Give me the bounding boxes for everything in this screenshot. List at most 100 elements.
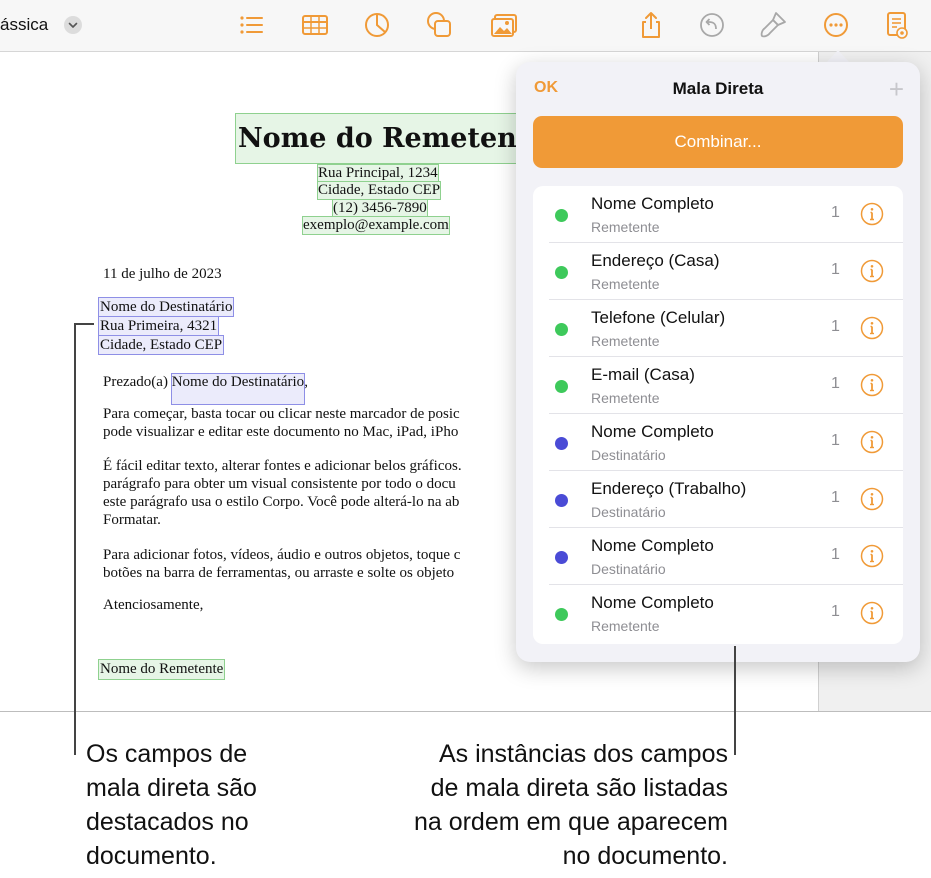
field-count: 1: [831, 546, 840, 563]
field-color-dot: [555, 380, 568, 393]
field-color-dot: [555, 323, 568, 336]
caption-line: mala direta são: [86, 774, 257, 802]
caption-right: As instâncias dos campos de mala direta …: [300, 737, 728, 873]
field-source: Remetente: [591, 333, 660, 349]
merge-field-row[interactable]: Endereço (Casa) Remetente 1: [533, 243, 903, 300]
merge-field-row[interactable]: Nome Completo Remetente 1: [533, 585, 903, 642]
merge-field-row[interactable]: Nome Completo Destinatário 1: [533, 528, 903, 585]
caption-line: de mala direta são listadas: [430, 774, 728, 802]
field-count: 1: [831, 432, 840, 449]
field-source: Remetente: [591, 219, 660, 235]
sender-name-field[interactable]: Nome do Remetente: [234, 113, 550, 164]
mail-merge-popover: Mala Direta OK + Combinar... Nome Comple…: [516, 62, 920, 662]
info-icon[interactable]: [860, 202, 884, 226]
field-source: Destinatário: [591, 447, 666, 463]
caption-line: no documento.: [562, 842, 728, 870]
sender-phone-field[interactable]: (12) 3456-7890: [332, 199, 428, 218]
paragraph-2-line: parágrafo para obter um visual consisten…: [103, 476, 456, 492]
paragraph-2-line: É fácil editar texto, alterar fontes e a…: [103, 458, 462, 474]
popover-title: Mala Direta: [672, 79, 764, 98]
field-name: Endereço (Trabalho): [591, 479, 747, 498]
field-name: Telefone (Celular): [591, 308, 726, 327]
sender-city-field[interactable]: Cidade, Estado CEP: [316, 181, 442, 200]
letter-date: 11 de julho de 2023: [103, 266, 222, 282]
field-color-dot: [555, 437, 568, 450]
field-color-dot: [555, 494, 568, 507]
info-icon[interactable]: [860, 487, 884, 511]
info-icon[interactable]: [860, 259, 884, 283]
chart-icon[interactable]: [362, 10, 392, 40]
info-icon[interactable]: [860, 373, 884, 397]
field-source: Destinatário: [591, 504, 666, 520]
more-icon[interactable]: [821, 10, 851, 40]
info-icon[interactable]: [860, 430, 884, 454]
paragraph-3-line: botões na barra de ferramentas, ou arras…: [103, 565, 455, 581]
callout-line-right: [734, 646, 736, 755]
field-color-dot: [555, 608, 568, 621]
list-icon[interactable]: [236, 10, 266, 40]
field-source: Remetente: [591, 276, 660, 292]
paragraph-2-line: este parágrafo usa o estilo Corpo. Você …: [103, 494, 460, 510]
paragraph-2[interactable]: É fácil editar texto, alterar fontes e a…: [103, 457, 462, 529]
field-source: Remetente: [591, 618, 660, 634]
field-name: Nome Completo: [591, 536, 714, 555]
field-name: Nome Completo: [591, 422, 714, 441]
paragraph-1[interactable]: Para começar, basta tocar ou clicar nest…: [103, 405, 460, 441]
document-icon[interactable]: [882, 10, 912, 40]
merge-field-list: Nome Completo Remetente 1 Endereço (Casa) Re…: [533, 186, 903, 644]
view-menu-label[interactable]: ássica: [0, 15, 48, 35]
field-source: Destinatário: [591, 561, 666, 577]
paragraph-3[interactable]: Para adicionar fotos, vídeos, áudio e ou…: [103, 546, 460, 582]
greeting-recipient-field[interactable]: Nome do Destinatário: [170, 373, 306, 405]
info-icon[interactable]: [860, 316, 884, 340]
field-count: 1: [831, 375, 840, 392]
format-brush-icon[interactable]: [758, 10, 788, 40]
closing: Atenciosamente,: [103, 597, 204, 613]
field-name: Nome Completo: [591, 194, 714, 213]
field-count: 1: [831, 318, 840, 335]
combine-button[interactable]: Combinar...: [533, 116, 903, 168]
field-name: E-mail (Casa): [591, 365, 695, 384]
sender-email-field[interactable]: exemplo@example.com: [302, 216, 450, 235]
sender-address-field[interactable]: Rua Principal, 1234: [317, 164, 439, 183]
merge-field-row[interactable]: Telefone (Celular) Remetente 1: [533, 300, 903, 357]
paragraph-2-line: Formatar.: [103, 512, 161, 528]
field-name: Nome Completo: [591, 593, 714, 612]
caption-line: destacados no: [86, 808, 249, 836]
undo-icon[interactable]: [697, 10, 727, 40]
toolbar: ássica: [0, 0, 931, 52]
info-icon[interactable]: [860, 601, 884, 625]
merge-field-row[interactable]: Nome Completo Destinatário 1: [533, 414, 903, 471]
greeting-suffix: ,: [304, 374, 308, 390]
info-icon[interactable]: [860, 544, 884, 568]
field-count: 1: [831, 204, 840, 221]
merge-field-row[interactable]: Endereço (Trabalho) Destinatário 1: [533, 471, 903, 528]
greeting-prefix: Prezado(a): [103, 374, 168, 390]
paragraph-1-line: Para começar, basta tocar ou clicar nest…: [103, 406, 460, 422]
greeting: Prezado(a) Nome do Destinatário,: [103, 373, 308, 405]
share-icon[interactable]: [636, 10, 666, 40]
shape-icon[interactable]: [424, 10, 454, 40]
signature-field[interactable]: Nome do Remetente: [97, 659, 226, 680]
ok-button[interactable]: OK: [534, 79, 558, 97]
media-icon[interactable]: [489, 10, 519, 40]
field-color-dot: [555, 209, 568, 222]
merge-field-row[interactable]: Nome Completo Remetente 1: [533, 186, 903, 243]
callout-line-left-tick: [74, 323, 94, 325]
recipient-name-field[interactable]: Nome do Destinatário: [97, 297, 235, 317]
paragraph-1-line: pode visualizar e editar este documento …: [103, 424, 459, 440]
caption-line: documento.: [86, 842, 217, 870]
recipient-city-field[interactable]: Cidade, Estado CEP: [97, 335, 225, 355]
field-color-dot: [555, 266, 568, 279]
caption-line: As instâncias dos campos: [438, 740, 728, 768]
recipient-street-field[interactable]: Rua Primeira, 4321: [97, 316, 220, 336]
chevron-down-icon[interactable]: [64, 16, 82, 34]
add-field-button[interactable]: +: [889, 74, 904, 105]
table-icon[interactable]: [300, 10, 330, 40]
caption-line: Os campos de: [86, 740, 248, 768]
field-color-dot: [555, 551, 568, 564]
callout-line-left: [74, 323, 76, 755]
merge-field-row[interactable]: E-mail (Casa) Remetente 1: [533, 357, 903, 414]
field-count: 1: [831, 603, 840, 620]
caption-left: Os campos de mala direta são destacados …: [86, 737, 257, 873]
